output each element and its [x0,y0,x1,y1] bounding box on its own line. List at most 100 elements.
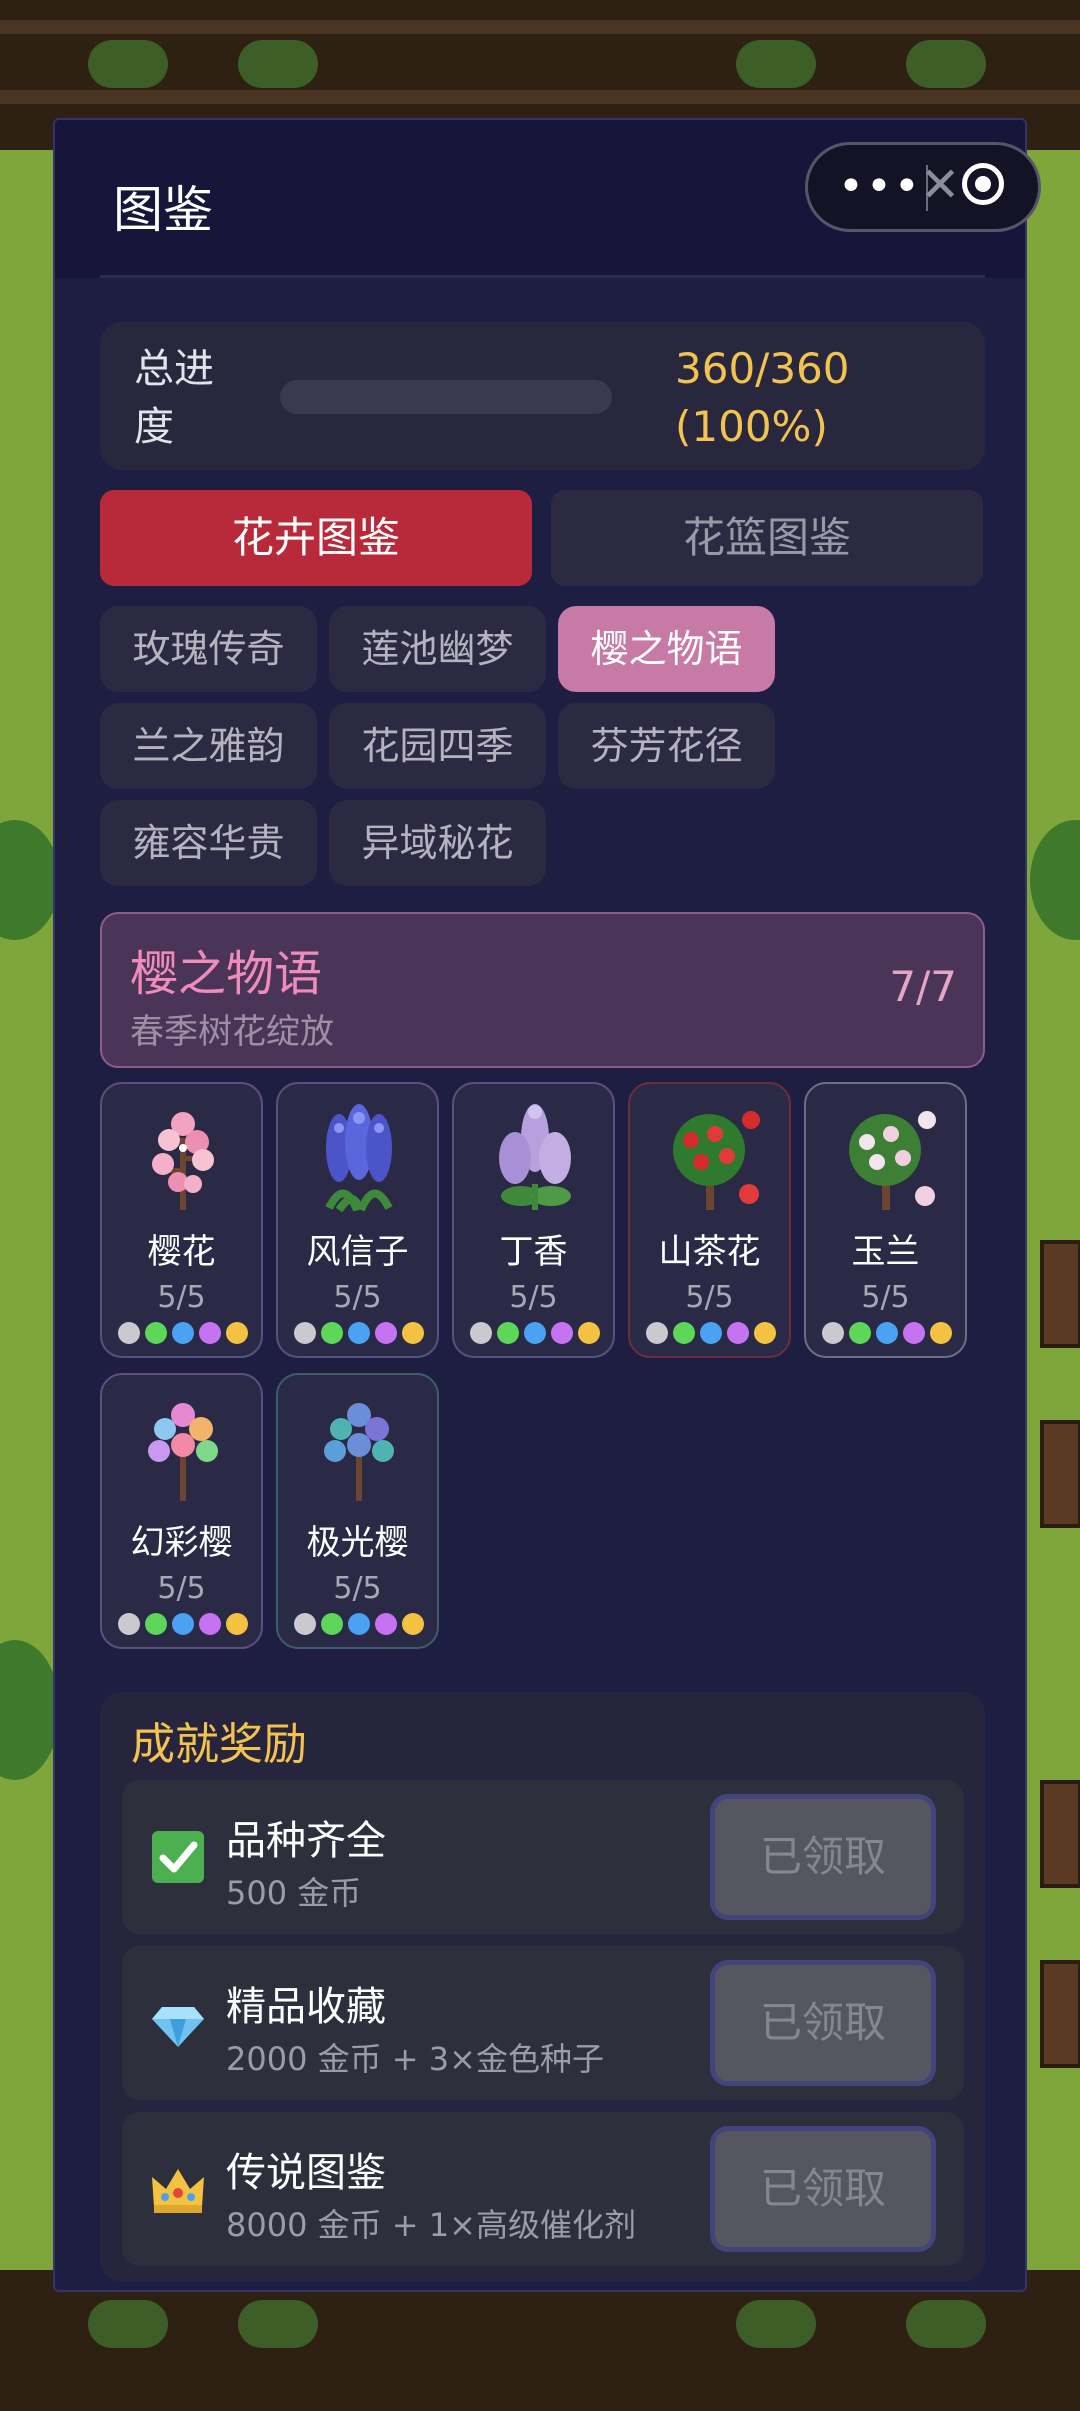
target-circle-icon[interactable] [962,163,1004,205]
total-progress-label: 总进度 [134,346,214,450]
flower-count: 5/5 [861,1280,910,1315]
header-divider [100,275,985,278]
more-dots-icon[interactable]: ••• [838,161,922,212]
flower-name: 风信子 [306,1232,409,1272]
quality-dots [294,1322,424,1344]
flower-card-cherry[interactable]: 樱花 5/5 [100,1082,263,1358]
quality-dot [727,1322,749,1344]
quality-dot [375,1613,397,1635]
magnolia-icon [849,1111,936,1210]
mini-program-capsule: ••• ✕ [805,142,1041,232]
flower-name: 樱花 [147,1232,216,1272]
achievement-row-complete-variety: 品种齐全 500 金币 已领取 [122,1780,964,1934]
quality-dot [578,1322,600,1344]
series-chip-grand-noble[interactable]: 雍容华贵 [100,800,317,886]
series-chip-lotus-dream[interactable]: 莲池幽梦 [329,606,546,692]
total-progress-fill [280,380,612,414]
quality-dot [145,1613,167,1635]
quality-dot [348,1322,370,1344]
total-progress-card: 总进度 360/360 (100%) [100,322,985,470]
total-progress-value: 360/360 (100%) [675,344,850,451]
achievement-reward: 500 金币 [226,1874,362,1912]
page-title: 图鉴 [113,181,213,239]
quality-dots [822,1322,952,1344]
tab-basket-encyclopedia[interactable]: 花篮图鉴 [551,490,983,586]
quality-dots [118,1322,248,1344]
claimed-button[interactable]: 已领取 [710,2126,936,2252]
quality-dot [118,1322,140,1344]
flower-card-lilac[interactable]: 丁香 5/5 [452,1082,615,1358]
achievement-reward: 8000 金币 + 1×高级催化剂 [226,2206,636,2244]
flower-name: 幻彩樱 [130,1523,233,1563]
series-count: 7/7 [889,962,957,1011]
quality-dot [145,1322,167,1344]
hedge-decoration [88,40,168,88]
quality-dot [849,1322,871,1344]
flower-count: 5/5 [685,1280,734,1315]
quality-dot [321,1322,343,1344]
flower-count: 5/5 [157,1280,206,1315]
quality-dot [199,1322,221,1344]
series-chip-orchid-elegance[interactable]: 兰之雅韵 [100,703,317,789]
achievement-name: 传说图鉴 [226,2150,386,2196]
series-title: 樱之物语 [130,946,323,1002]
quality-dot [172,1613,194,1635]
series-description: 春季树花绽放 [130,1012,334,1052]
flower-card-rainbow-cherry[interactable]: 幻彩樱 5/5 [100,1373,263,1649]
claimed-button[interactable]: 已领取 [710,1960,936,2086]
quality-dot [402,1322,424,1344]
flower-count: 5/5 [333,1571,382,1606]
fence-post [1040,1780,1080,1888]
flower-card-hyacinth[interactable]: 风信子 5/5 [276,1082,439,1358]
quality-dot [402,1613,424,1635]
quality-dot [226,1613,248,1635]
quality-dot [700,1322,722,1344]
camellia-icon [673,1111,760,1210]
series-chip-fragrant-path[interactable]: 芬芳花径 [558,703,775,789]
hedge-decoration [238,40,318,88]
quality-dot [754,1322,776,1344]
flower-count: 5/5 [509,1280,558,1315]
quality-dot [470,1322,492,1344]
series-chip-rose-legend[interactable]: 玫瑰传奇 [100,606,317,692]
cherry-blossom-icon [152,1112,214,1210]
fence-post [1040,1420,1080,1528]
rainbow-cherry-icon [148,1403,218,1501]
close-x-icon[interactable]: ✕ [920,157,960,213]
achievement-name: 品种齐全 [226,1818,386,1864]
flower-name: 玉兰 [851,1232,920,1272]
claimed-button[interactable]: 已领取 [710,1794,936,1920]
tab-flower-encyclopedia[interactable]: 花卉图鉴 [100,490,532,586]
quality-dot [321,1613,343,1635]
total-progress-bar [280,380,612,414]
quality-dot [551,1322,573,1344]
quality-dot [903,1322,925,1344]
achievement-reward: 2000 金币 + 3×金色种子 [226,2040,604,2078]
hedge-decoration [88,2300,168,2348]
quality-dots [294,1613,424,1635]
quality-dot [294,1613,316,1635]
series-chip-exotic-rare[interactable]: 异域秘花 [329,800,546,886]
flower-card-aurora-cherry[interactable]: 极光樱 5/5 [276,1373,439,1649]
diamond-icon [152,2007,204,2047]
crown-icon [152,2169,204,2213]
fence-post [1040,1240,1080,1348]
achievement-title: 成就奖励 [131,1719,307,1770]
quality-dot [524,1322,546,1344]
quality-dot [930,1322,952,1344]
flower-name: 丁香 [499,1232,568,1272]
series-chip-garden-seasons[interactable]: 花园四季 [329,703,546,789]
flower-card-magnolia[interactable]: 玉兰 5/5 [804,1082,967,1358]
flower-name: 极光樱 [306,1523,409,1563]
encyclopedia-panel: 图鉴 总进度 360/360 (100%) 花卉图鉴 花篮图鉴 玫瑰传奇 莲池幽梦… [53,118,1027,2292]
aurora-cherry-icon [324,1403,394,1501]
check-box-icon [152,1831,204,1883]
quality-dot [646,1322,668,1344]
flower-card-camellia[interactable]: 山茶花 5/5 [628,1082,791,1358]
flower-count: 5/5 [157,1571,206,1606]
quality-dot [348,1613,370,1635]
series-chip-sakura-story[interactable]: 樱之物语 [558,606,775,692]
quality-dot [172,1322,194,1344]
flower-count: 5/5 [333,1280,382,1315]
hedge-decoration [736,40,816,88]
